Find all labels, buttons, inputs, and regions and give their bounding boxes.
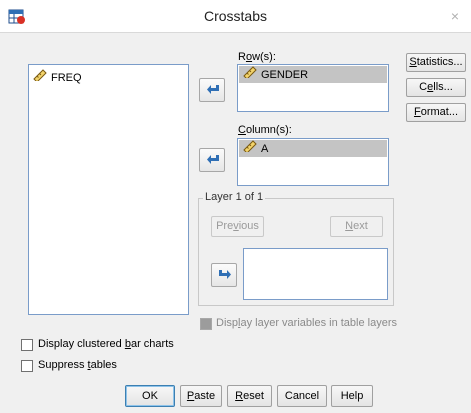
rows-label: Row(s): [238, 51, 276, 63]
close-button[interactable]: × [446, 8, 464, 24]
window-title: Crosstabs [203, 8, 268, 24]
clustered-bar-charts-checkbox[interactable] [21, 339, 33, 351]
rows-list[interactable]: GENDER [237, 64, 389, 112]
list-item[interactable]: FREQ [29, 69, 188, 86]
list-item[interactable]: GENDER [239, 66, 387, 83]
suppress-tables-label: Suppress tables [38, 359, 117, 371]
display-layer-variables-label: Display layer variables in table layers [216, 317, 397, 329]
move-to-rows-button[interactable] [199, 78, 225, 102]
format-button[interactable]: Format... [406, 103, 466, 122]
scale-ruler-icon [243, 140, 257, 158]
scale-ruler-icon [243, 66, 257, 84]
list-item-label: A [261, 142, 269, 155]
suppress-tables-checkbox[interactable] [21, 360, 33, 372]
reset-button[interactable]: Reset [227, 385, 272, 407]
source-variable-list[interactable]: FREQ [28, 64, 189, 315]
statistics-button[interactable]: Statistics... [406, 53, 466, 72]
list-item[interactable]: A [239, 140, 387, 157]
scale-ruler-icon [33, 69, 47, 87]
cells-button[interactable]: Cells... [406, 78, 466, 97]
columns-list[interactable]: A [237, 138, 389, 186]
help-button[interactable]: Help [331, 385, 373, 407]
layer-caption: Layer 1 of 1 [203, 191, 266, 203]
list-item-label: GENDER [261, 68, 309, 81]
display-layer-variables-checkbox[interactable] [200, 318, 212, 330]
list-item-label: FREQ [51, 71, 82, 84]
move-to-columns-button[interactable] [199, 148, 225, 172]
paste-button[interactable]: Paste [180, 385, 222, 407]
layer-list[interactable] [243, 248, 388, 300]
previous-layer-button[interactable]: Previous [211, 216, 264, 237]
next-layer-button[interactable]: Next [330, 216, 383, 237]
ok-button[interactable]: OK [125, 385, 175, 407]
columns-label: Column(s): [238, 124, 292, 136]
move-to-layer-button[interactable] [211, 263, 237, 287]
clustered-bar-charts-label: Display clustered bar charts [38, 338, 174, 350]
cancel-button[interactable]: Cancel [277, 385, 327, 407]
